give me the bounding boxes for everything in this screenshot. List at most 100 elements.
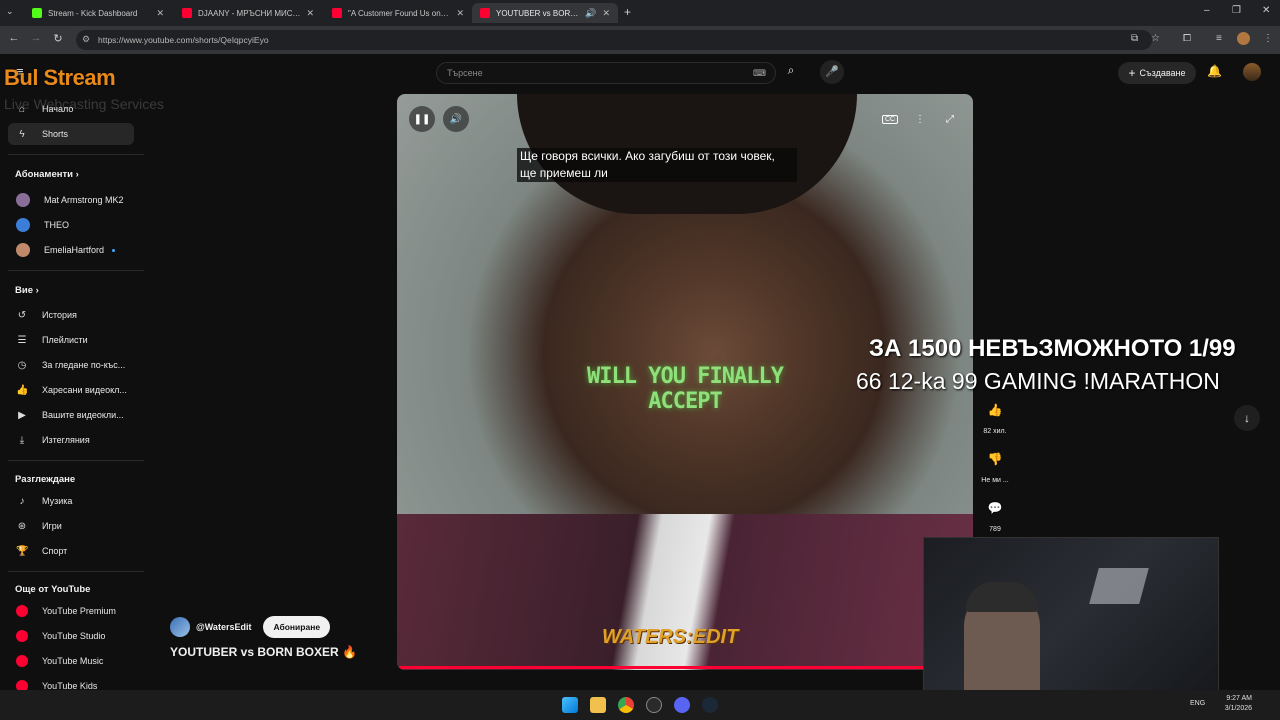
next-short-arrow-icon[interactable]: ↓	[1234, 405, 1260, 431]
channel-info: @WatersEdit Абониране	[170, 616, 331, 638]
menu-icon[interactable]: ⋮	[1263, 33, 1273, 44]
sidebar-item-shorts[interactable]: ϟ Shorts	[8, 123, 134, 145]
plus-icon: +	[1128, 66, 1136, 80]
sidebar-item-gaming[interactable]: ⊛ Игри	[8, 515, 134, 537]
more-options-button[interactable]: ⋮	[907, 106, 933, 132]
discord-icon[interactable]	[674, 697, 690, 713]
expand-icon: ⤢	[946, 113, 954, 125]
clock-icon: ◷	[17, 359, 27, 371]
bookmark-star-icon[interactable]: ☆	[1151, 33, 1160, 44]
close-icon[interactable]: ✕	[306, 8, 314, 19]
new-tab-button[interactable]: +	[624, 5, 631, 19]
url-field[interactable]: ⚙ https://www.youtube.com/shorts/QeIqpcy…	[76, 30, 1152, 50]
sidebar: ⌂ Начало ϟ Shorts Абонаменти › Mat Armst…	[0, 96, 144, 696]
media-controls-icon[interactable]: ≡	[1216, 33, 1222, 44]
sidebar-item-label: Игри	[42, 521, 62, 531]
sidebar-item-your-videos[interactable]: ▶ Вашите видеокли...	[8, 404, 134, 426]
sidebar-item-home[interactable]: ⌂ Начало	[8, 98, 134, 120]
account-avatar[interactable]	[1243, 63, 1261, 81]
sidebar-item-downloads[interactable]: ⤓ Изтегляния	[8, 429, 134, 451]
close-icon[interactable]: ✕	[602, 8, 610, 19]
sidebar-item-channel[interactable]: Mat Armstrong MK2	[8, 189, 134, 211]
steam-icon[interactable]	[702, 697, 718, 713]
mute-button[interactable]: 🔊	[443, 106, 469, 132]
sidebar-item-channel[interactable]: THEO	[8, 214, 134, 236]
subscribe-button[interactable]: Абониране	[263, 616, 331, 638]
back-button[interactable]: ←	[6, 32, 22, 44]
search-input[interactable]: Търсене ⌨	[436, 62, 776, 84]
speaker-icon[interactable]: 🔊	[585, 8, 596, 19]
close-icon[interactable]: ✕	[456, 8, 464, 19]
sidebar-item-liked[interactable]: 👍 Харесани видеокл...	[8, 379, 134, 401]
pause-button[interactable]: ❚❚	[409, 106, 435, 132]
comment-icon: 💬	[987, 501, 1003, 515]
download-icon: ⤓	[19, 434, 25, 446]
sidebar-item-channel[interactable]: EmeliaHartford	[8, 239, 134, 261]
sidebar-item-history[interactable]: ↺ История	[8, 304, 134, 326]
keyboard-icon[interactable]: ⌨	[753, 68, 766, 79]
subscriptions-heading[interactable]: Абонаменти ›	[15, 169, 79, 180]
stream-overlay-line-1: ЗА 1500 НЕВЪЗМОЖНОТО 1/99	[869, 335, 1236, 362]
search-icon[interactable]: ⌕	[781, 63, 801, 83]
kick-icon	[32, 8, 42, 18]
chrome-icon[interactable]	[618, 697, 634, 713]
channel-handle[interactable]: @WatersEdit	[196, 622, 251, 632]
video-progress-bar[interactable]	[399, 666, 925, 669]
bulstream-logo: Bul Stream	[4, 65, 116, 90]
create-button[interactable]: + Създаване	[1118, 62, 1196, 84]
profile-avatar[interactable]	[1237, 32, 1250, 45]
cast-icon[interactable]: ⧉	[1131, 33, 1138, 44]
cc-icon: CC	[881, 114, 899, 124]
youtube-icon	[332, 8, 342, 18]
video-title: YOUTUBER vs BORN BOXER 🔥	[170, 645, 357, 659]
extensions-icon[interactable]: ⧠	[1183, 33, 1191, 44]
reload-button[interactable]: ↻	[50, 32, 66, 45]
tab-djaany[interactable]: DJAANY - МРЪСНИ МИСЛИ (с ✕	[174, 3, 322, 23]
close-icon[interactable]: ✕	[156, 8, 164, 19]
maximize-button[interactable]: ❐	[1232, 5, 1241, 16]
sidebar-item-label: YouTube Music	[42, 656, 104, 666]
captions-button[interactable]: CC	[877, 106, 903, 132]
system-clock[interactable]: 9:27 AM 3/1/2026	[1220, 694, 1252, 714]
comment-count: 789	[989, 526, 1001, 533]
like-icon: 👍	[16, 384, 29, 396]
sidebar-item-watch-later[interactable]: ◷ За гледане по-къс...	[8, 354, 134, 376]
start-windows-icon[interactable]	[562, 697, 578, 713]
webcam-streamer-cap	[966, 582, 1038, 612]
sidebar-item-playlists[interactable]: ☰ Плейлисти	[8, 329, 134, 351]
fullscreen-button[interactable]: ⤢	[937, 106, 963, 132]
thumbs-up-icon: 👍	[987, 403, 1003, 417]
sidebar-item-label: Изтегляния	[42, 435, 90, 445]
voice-search-icon[interactable]: 🎤	[820, 60, 844, 84]
youtube-music-icon	[16, 655, 28, 667]
tab-youtuber-vs-boxer[interactable]: YOUTUBER vs BORN BOXER 🔊 ✕	[472, 3, 618, 23]
you-heading[interactable]: Вие ›	[15, 285, 39, 296]
clock-date: 3/1/2026	[1224, 705, 1252, 712]
language-indicator[interactable]: ENG	[1190, 700, 1205, 707]
channel-avatar[interactable]	[170, 617, 190, 637]
tab-list-icon[interactable]: ⌄	[6, 6, 14, 17]
minimize-button[interactable]: –	[1204, 5, 1210, 16]
sidebar-item-label: Спорт	[42, 546, 68, 556]
like-button[interactable]: 👍 82 хил.	[979, 397, 1011, 435]
divider	[8, 460, 144, 461]
video-watermark: WATERS:EDIT	[602, 626, 739, 648]
sidebar-item-youtube-music[interactable]: YouTube Music	[8, 650, 134, 672]
sidebar-item-youtube-premium[interactable]: YouTube Premium	[8, 600, 134, 622]
site-info-icon[interactable]: ⚙	[82, 34, 90, 45]
close-window-button[interactable]: ✕	[1262, 5, 1270, 16]
obs-icon[interactable]	[646, 697, 662, 713]
sidebar-item-sports[interactable]: 🏆 Спорт	[8, 540, 134, 562]
forward-button[interactable]: →	[28, 32, 44, 44]
notifications-icon[interactable]: 🔔	[1207, 64, 1222, 78]
file-explorer-icon[interactable]	[590, 697, 606, 713]
divider	[8, 154, 144, 155]
sidebar-item-music[interactable]: ♪ Музика	[8, 490, 134, 512]
dislike-button[interactable]: 👎 Не ми ...	[979, 446, 1011, 484]
sidebar-item-youtube-studio[interactable]: YouTube Studio	[8, 625, 134, 647]
tab-kick-dashboard[interactable]: Stream - Kick Dashboard ✕	[24, 3, 172, 23]
tab-title: YOUTUBER vs BORN BOXER	[496, 8, 579, 18]
tab-yelp-video[interactable]: "A Customer Found Us on Yelp ✕	[324, 3, 472, 23]
thumbs-down-icon: 👎	[987, 452, 1003, 466]
comments-button[interactable]: 💬 789	[979, 495, 1011, 533]
